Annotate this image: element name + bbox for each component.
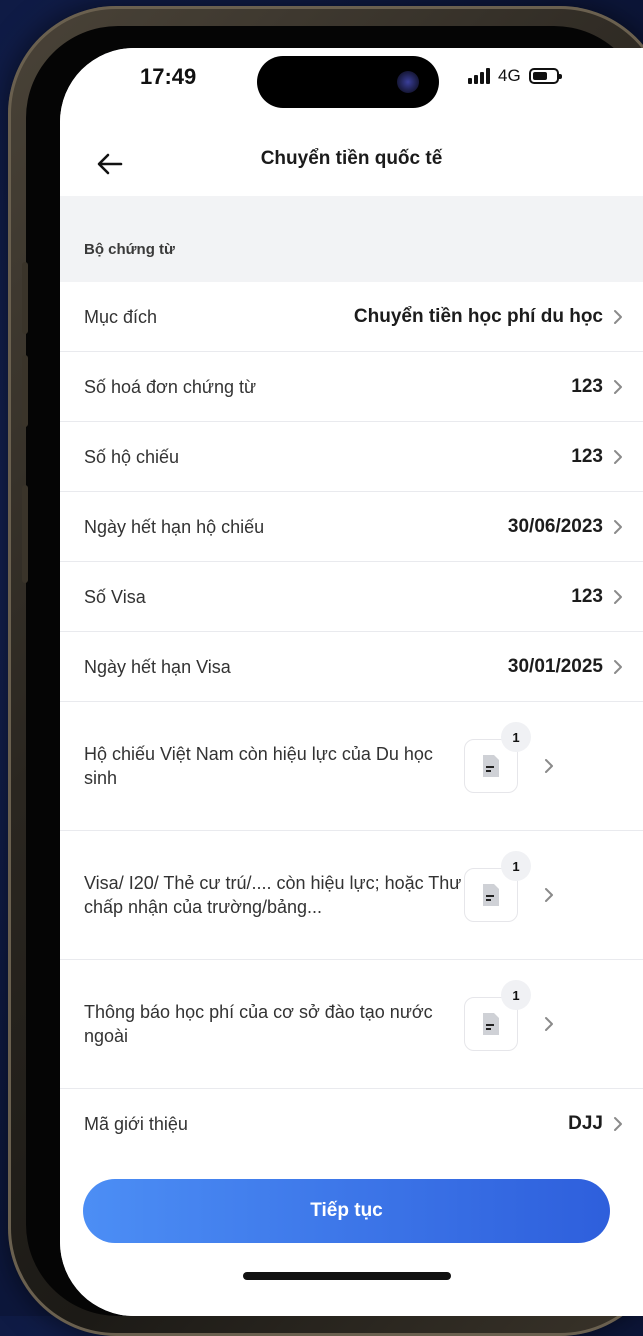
dynamic-island — [257, 56, 439, 108]
chevron-right-icon — [544, 1016, 554, 1032]
phone-screen: 17:49 4G Chuyển tiền quốc tế Bộ chứng từ… — [60, 48, 643, 1316]
row-referral-code[interactable]: Mã giới thiệu DJJ — [60, 1089, 643, 1159]
row-label: Ngày hết hạn Visa — [84, 656, 231, 677]
document-icon — [483, 1013, 499, 1035]
row-label: Số hộ chiếu — [84, 446, 180, 467]
row-value: DJJ — [568, 1113, 603, 1134]
row-passport-document[interactable]: Hộ chiếu Việt Nam còn hiệu lực của Du họ… — [60, 702, 643, 831]
document-count-badge: 1 — [501, 980, 531, 1010]
chevron-right-icon — [544, 887, 554, 903]
nav-header: Chuyển tiền quốc tế — [60, 128, 643, 196]
row-label: Ngày hết hạn hộ chiếu — [84, 516, 265, 537]
row-label: Số hoá đơn chứng từ — [84, 376, 257, 397]
row-value: 30/01/2025 — [507, 655, 603, 677]
row-visa-document[interactable]: Visa/ I20/ Thẻ cư trú/.... còn hiệu lực;… — [60, 831, 643, 960]
chevron-right-icon — [613, 659, 623, 675]
row-tuition-notice-document[interactable]: Thông báo học phí của cơ sở đào tạo nước… — [60, 960, 643, 1089]
document-icon — [483, 755, 499, 777]
chevron-right-icon — [613, 309, 623, 325]
row-label: Mục đích — [84, 306, 158, 327]
row-value: Chuyển tiền học phí du học — [353, 305, 603, 327]
network-type: 4G — [498, 66, 521, 85]
signal-bars-icon — [468, 68, 490, 84]
row-visa-expiry[interactable]: Ngày hết hạn Visa 30/01/2025 — [60, 632, 643, 702]
front-camera — [397, 71, 419, 93]
chevron-right-icon — [613, 1116, 623, 1132]
home-indicator — [243, 1272, 451, 1280]
document-thumbnail[interactable]: 1 — [464, 980, 531, 1051]
document-thumbnail[interactable]: 1 — [464, 851, 531, 922]
row-visa-number[interactable]: Số Visa 123 — [60, 562, 643, 632]
chevron-right-icon — [613, 449, 623, 465]
row-purpose[interactable]: Mục đích Chuyển tiền học phí du học — [60, 282, 643, 352]
status-indicators: 4G — [468, 66, 562, 86]
document-icon — [483, 884, 499, 906]
row-value: 30/06/2023 — [507, 515, 603, 537]
chevron-right-icon — [544, 758, 554, 774]
row-label: Mã giới thiệu — [84, 1114, 188, 1134]
row-passport-expiry[interactable]: Ngày hết hạn hộ chiếu 30/06/2023 — [60, 492, 643, 562]
document-count-badge: 1 — [501, 722, 531, 752]
chevron-right-icon — [613, 589, 623, 605]
row-label: Visa/ I20/ Thẻ cư trú/.... còn hiệu lực;… — [84, 873, 462, 917]
status-time: 17:49 — [140, 64, 197, 89]
battery-icon — [528, 68, 562, 84]
row-value: 123 — [571, 375, 603, 397]
action-button — [22, 485, 28, 583]
volume-down-button — [22, 355, 28, 427]
row-value: 123 — [571, 585, 603, 607]
row-label: Số Visa — [84, 586, 146, 607]
document-count-badge: 1 — [501, 851, 531, 881]
chevron-right-icon — [613, 519, 623, 535]
row-value: 123 — [571, 445, 603, 467]
volume-up-button — [22, 262, 28, 334]
section-label: Bộ chứng từ — [84, 241, 175, 258]
page-title: Chuyển tiền quốc tế — [260, 148, 443, 169]
row-label: Thông báo học phí của cơ sở đào tạo nước… — [84, 1002, 433, 1046]
document-thumbnail[interactable]: 1 — [464, 722, 531, 793]
document-list: Mục đích Chuyển tiền học phí du học Số h… — [60, 282, 643, 1159]
status-bar: 17:49 4G — [60, 48, 643, 128]
row-label: Hộ chiếu Việt Nam còn hiệu lực của Du họ… — [84, 744, 433, 788]
continue-button[interactable]: Tiếp tục — [83, 1179, 610, 1243]
bottom-action-bar: Tiếp tục — [60, 1158, 643, 1316]
chevron-right-icon — [613, 379, 623, 395]
row-invoice-number[interactable]: Số hoá đơn chứng từ 123 — [60, 352, 643, 422]
row-passport-number[interactable]: Số hộ chiếu 123 — [60, 422, 643, 492]
